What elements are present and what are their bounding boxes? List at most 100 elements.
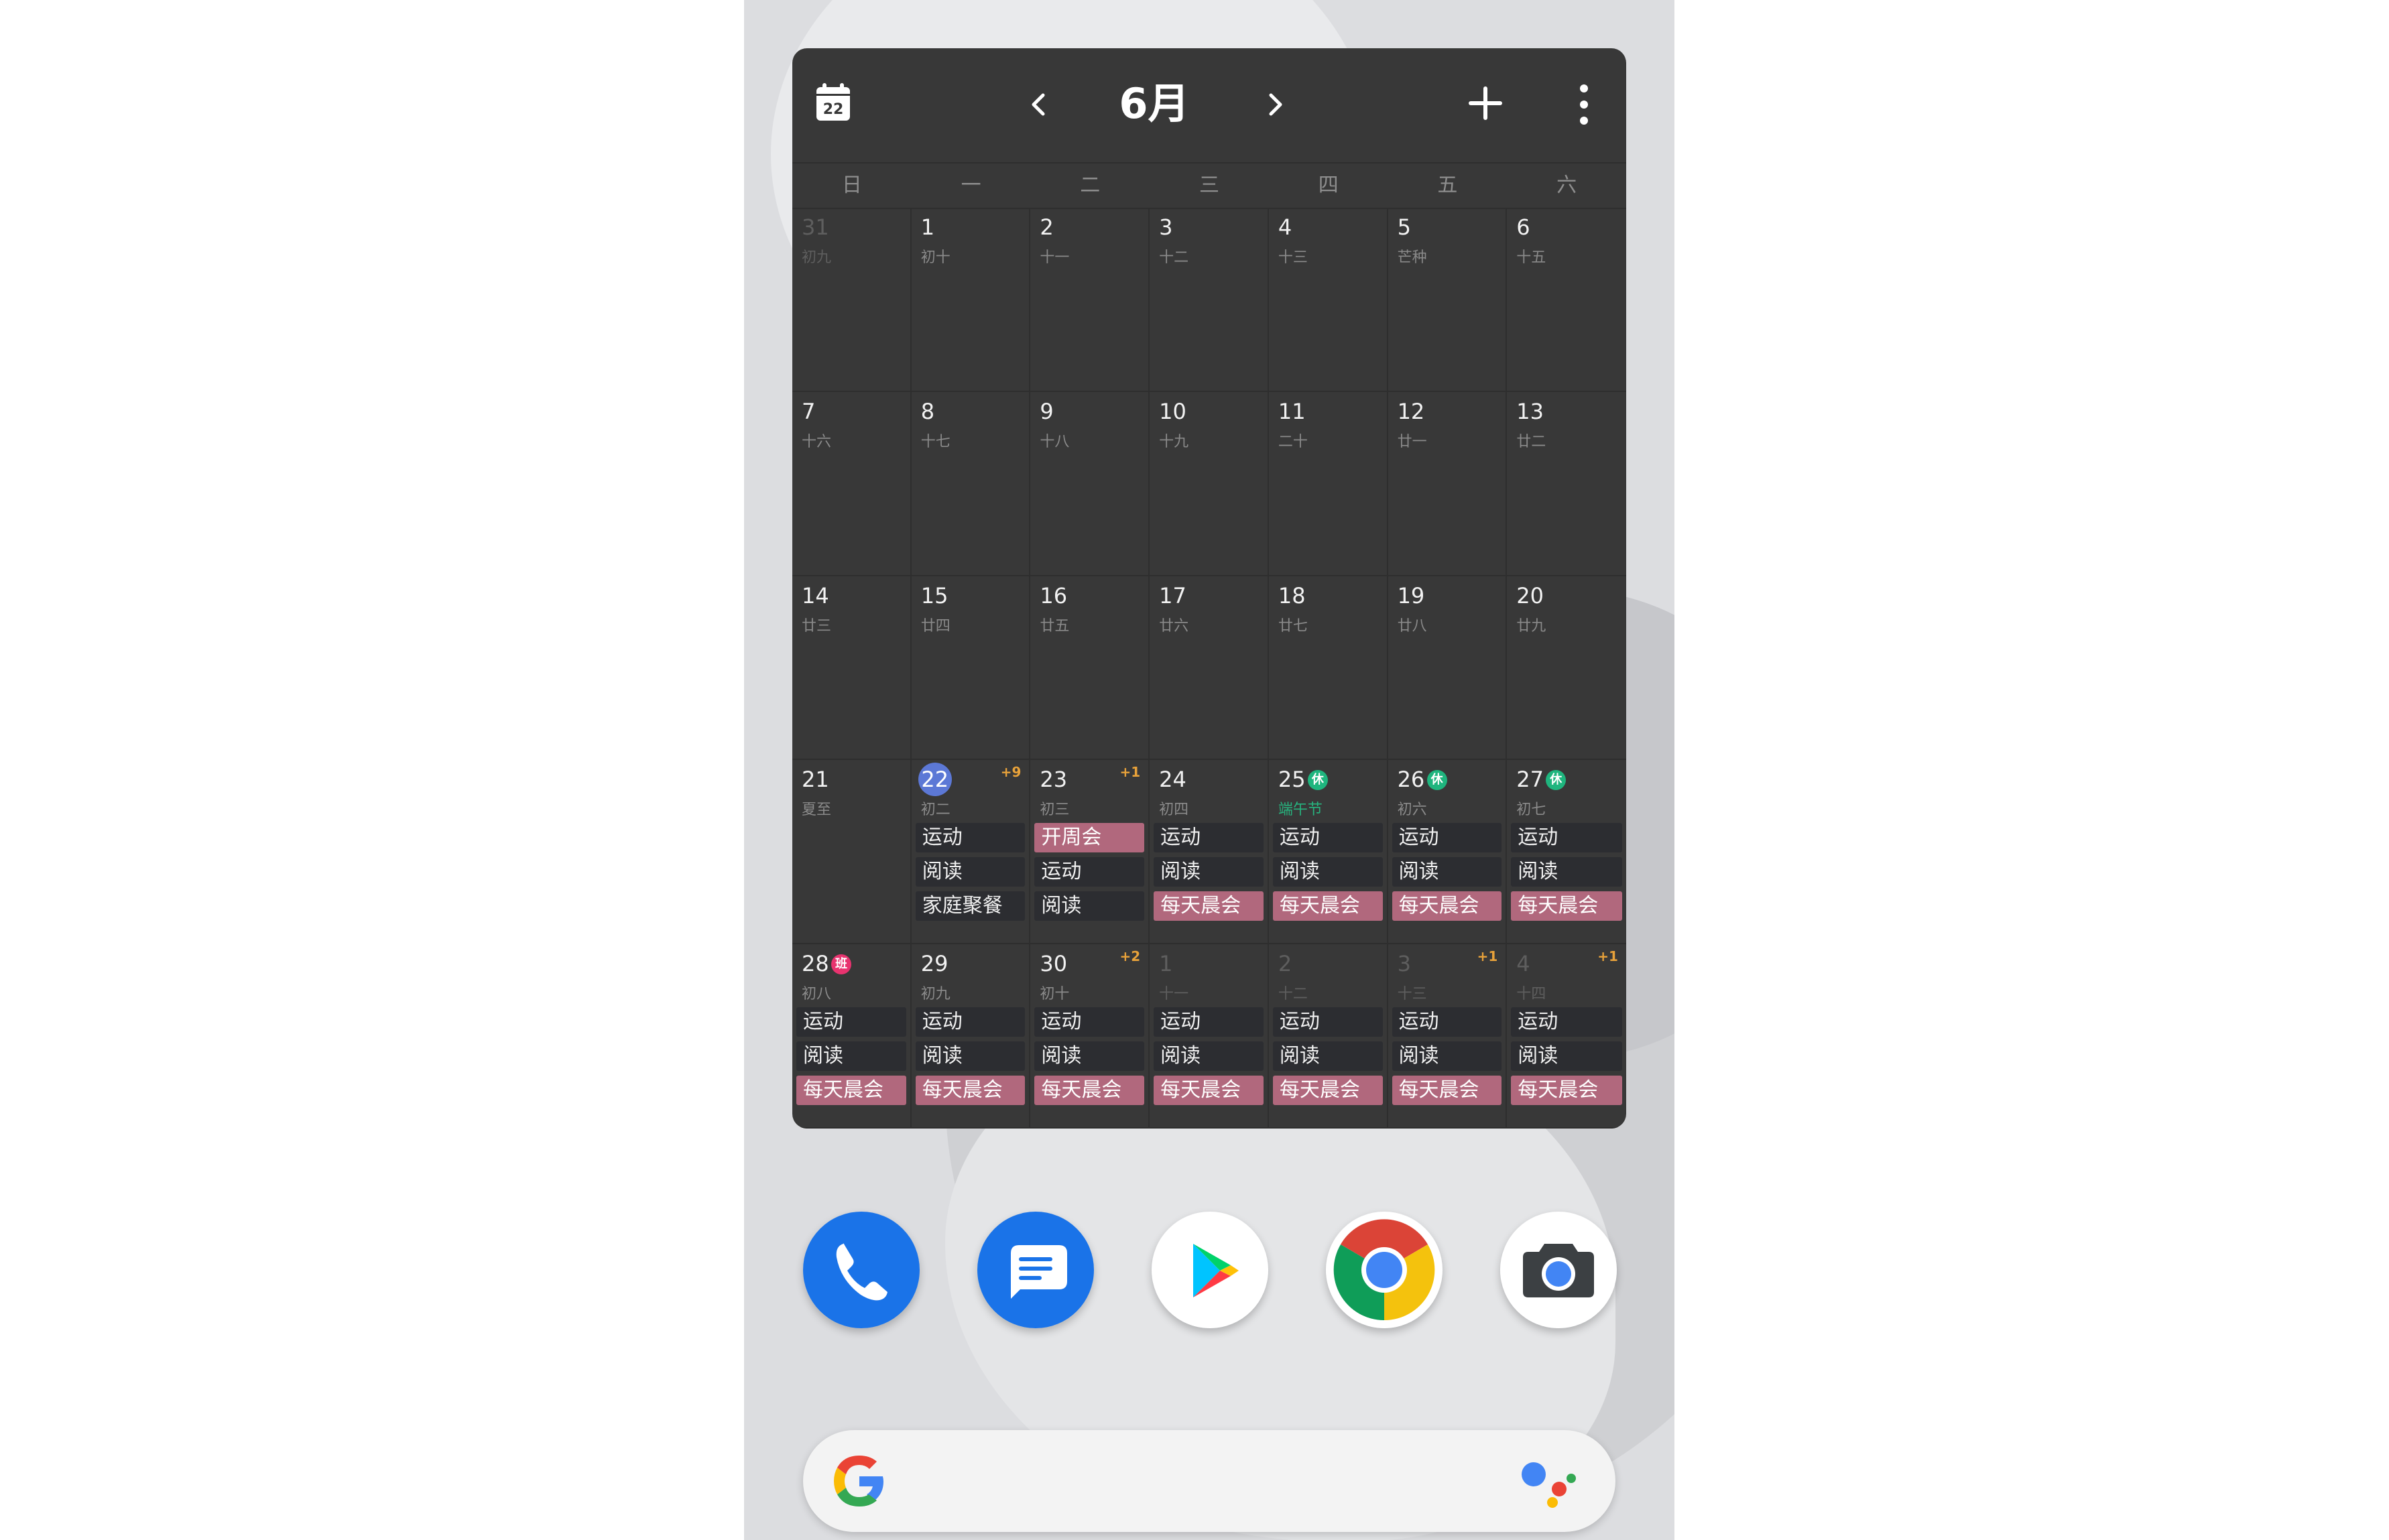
event-chip[interactable]: 阅读 xyxy=(1392,857,1502,887)
event-chip[interactable]: 运动 xyxy=(1034,1007,1145,1037)
day-cell[interactable]: 4 十三 xyxy=(1268,208,1388,392)
event-chip[interactable]: 阅读 xyxy=(1392,1041,1502,1072)
day-number: 31 xyxy=(802,214,829,240)
day-number: 7 xyxy=(802,398,816,424)
phone-app[interactable] xyxy=(803,1212,920,1328)
day-cell[interactable]: 10 十九 xyxy=(1150,391,1269,576)
event-chip[interactable]: 每天晨会 xyxy=(1392,1076,1502,1106)
event-chip[interactable]: 运动 xyxy=(1272,823,1383,853)
day-cell[interactable]: 9 十八 xyxy=(1030,391,1150,576)
event-chip[interactable]: 阅读 xyxy=(1034,891,1145,921)
event-chip[interactable]: 运动 xyxy=(1392,823,1502,853)
day-cell[interactable]: 12 廿一 xyxy=(1388,391,1508,576)
event-list: 运动 阅读 每天晨会 xyxy=(1154,1007,1264,1110)
event-chip[interactable]: 每天晨会 xyxy=(915,1076,1026,1106)
event-chip[interactable]: 阅读 xyxy=(1154,1041,1264,1072)
event-chip[interactable]: 运动 xyxy=(915,823,1026,853)
lunar-date: 十八 xyxy=(1040,433,1070,450)
day-cell[interactable]: 7 十六 xyxy=(792,391,912,576)
event-chip[interactable]: 阅读 xyxy=(1272,857,1383,887)
event-chip[interactable]: 阅读 xyxy=(796,1041,906,1072)
day-cell-today[interactable]: 22 初二 +9 运动 阅读 家庭聚餐 xyxy=(911,760,1031,945)
day-cell[interactable]: 28 初八 班运动 阅读 每天晨会 xyxy=(792,944,912,1129)
event-list: 开周会 运动 阅读 xyxy=(1034,823,1145,925)
day-cell[interactable]: 3 十二 xyxy=(1150,208,1269,392)
event-chip[interactable]: 阅读 xyxy=(915,857,1026,887)
day-cell[interactable]: 8 十七 xyxy=(911,391,1031,576)
event-chip[interactable]: 每天晨会 xyxy=(1272,891,1383,921)
event-chip[interactable]: 阅读 xyxy=(1154,857,1264,887)
day-cell[interactable]: 2 十一 xyxy=(1030,208,1150,392)
day-cell[interactable]: 21 夏至 xyxy=(792,760,912,945)
messages-app[interactable] xyxy=(977,1212,1094,1328)
day-cell[interactable]: 5 芒种 xyxy=(1388,208,1508,392)
event-chip[interactable]: 运动 xyxy=(796,1007,906,1037)
day-cell[interactable]: 1 十一 运动 阅读 每天晨会 xyxy=(1150,944,1269,1129)
day-cell[interactable]: 25 端午节 休运动 阅读 每天晨会 xyxy=(1268,760,1388,945)
day-cell[interactable]: 15 廿四 xyxy=(911,576,1031,761)
event-chip[interactable]: 阅读 xyxy=(915,1041,1026,1072)
day-cell[interactable]: 13 廿二 xyxy=(1507,392,1626,576)
chrome-app[interactable] xyxy=(1326,1212,1443,1328)
day-cell[interactable]: 11 二十 xyxy=(1268,391,1388,576)
month-title[interactable]: 6月 xyxy=(1054,74,1255,134)
previous-month-button[interactable] xyxy=(1019,84,1059,125)
event-chip[interactable]: 每天晨会 xyxy=(1154,1076,1264,1106)
event-chip[interactable]: 运动 xyxy=(1272,1007,1383,1037)
day-cell[interactable]: 31 初九 xyxy=(792,208,912,392)
day-cell[interactable]: 29 初九 运动 阅读 每天晨会 xyxy=(911,944,1031,1129)
camera-app[interactable] xyxy=(1500,1212,1617,1328)
event-chip[interactable]: 每天晨会 xyxy=(1392,891,1502,921)
event-chip[interactable]: 阅读 xyxy=(1511,1041,1622,1072)
event-chip[interactable]: 阅读 xyxy=(1034,1041,1145,1072)
event-chip[interactable]: 每天晨会 xyxy=(1034,1076,1145,1106)
event-chip[interactable]: 阅读 xyxy=(1511,857,1622,887)
calendar-app-icon[interactable]: 22 xyxy=(816,83,850,121)
day-cell[interactable]: 2 十二 运动 阅读 每天晨会 xyxy=(1268,944,1388,1129)
day-cell[interactable]: 4 十四 +1 运动 阅读 每天晨会 xyxy=(1507,944,1626,1129)
lunar-date: 廿一 xyxy=(1397,433,1427,450)
day-cell[interactable]: 14 廿三 xyxy=(792,576,912,761)
event-chip[interactable]: 每天晨会 xyxy=(1511,1076,1622,1106)
day-cell[interactable]: 24 初四 运动 阅读 每天晨会 xyxy=(1150,760,1269,945)
event-chip[interactable]: 运动 xyxy=(1511,823,1622,853)
event-chip[interactable]: 开周会 xyxy=(1034,823,1145,853)
day-cell[interactable]: 23 初三 +1 开周会 运动 阅读 xyxy=(1030,760,1150,945)
play-store-app[interactable] xyxy=(1152,1212,1268,1328)
more-options-button[interactable] xyxy=(1574,80,1594,129)
event-chip[interactable]: 阅读 xyxy=(1272,1041,1383,1072)
event-chip[interactable]: 家庭聚餐 xyxy=(915,891,1026,921)
day-cell[interactable]: 26 初六 休运动 阅读 每天晨会 xyxy=(1388,760,1508,945)
day-cell[interactable]: 20 廿九 xyxy=(1507,576,1626,761)
weekday-label: 三 xyxy=(1199,174,1219,197)
event-chip[interactable]: 运动 xyxy=(1154,823,1264,853)
event-chip[interactable]: 运动 xyxy=(1392,1007,1502,1037)
day-cell[interactable]: 1 初十 xyxy=(911,208,1031,392)
event-chip[interactable]: 运动 xyxy=(915,1007,1026,1037)
day-cell[interactable]: 17 廿六 xyxy=(1150,576,1269,761)
day-number: 5 xyxy=(1397,214,1411,240)
event-chip[interactable]: 运动 xyxy=(1511,1007,1622,1037)
event-chip[interactable]: 运动 xyxy=(1034,857,1145,887)
google-assistant-icon[interactable] xyxy=(1519,1454,1579,1508)
day-number: 21 xyxy=(802,767,829,793)
day-cell[interactable]: 19 廿八 xyxy=(1388,576,1508,761)
day-cell[interactable]: 6 十五 xyxy=(1507,208,1626,392)
event-chip[interactable]: 每天晨会 xyxy=(1511,891,1622,921)
more-events-count: +1 xyxy=(1477,948,1498,965)
google-search-bar[interactable] xyxy=(803,1430,1615,1532)
event-chip[interactable]: 运动 xyxy=(1154,1007,1264,1037)
add-event-button[interactable] xyxy=(1464,82,1507,125)
event-chip[interactable]: 每天晨会 xyxy=(1154,891,1264,921)
day-cell[interactable]: 27 初七休运动 阅读 每天晨会 xyxy=(1507,760,1626,945)
day-cell[interactable]: 3 十三 +1 运动 阅读 每天晨会 xyxy=(1388,944,1508,1129)
workday-badge: 班 xyxy=(831,954,851,975)
day-cell[interactable]: 18 廿七 xyxy=(1268,576,1388,761)
day-cell[interactable]: 30 初十 +2 运动 阅读 每天晨会 xyxy=(1030,944,1150,1129)
event-chip[interactable]: 每天晨会 xyxy=(796,1076,906,1106)
chevron-left-icon xyxy=(1032,93,1045,116)
event-chip[interactable]: 每天晨会 xyxy=(1272,1076,1383,1106)
more-events-count: +1 xyxy=(1119,764,1141,781)
day-cell[interactable]: 16 廿五 xyxy=(1030,576,1150,761)
next-month-button[interactable] xyxy=(1255,84,1295,125)
